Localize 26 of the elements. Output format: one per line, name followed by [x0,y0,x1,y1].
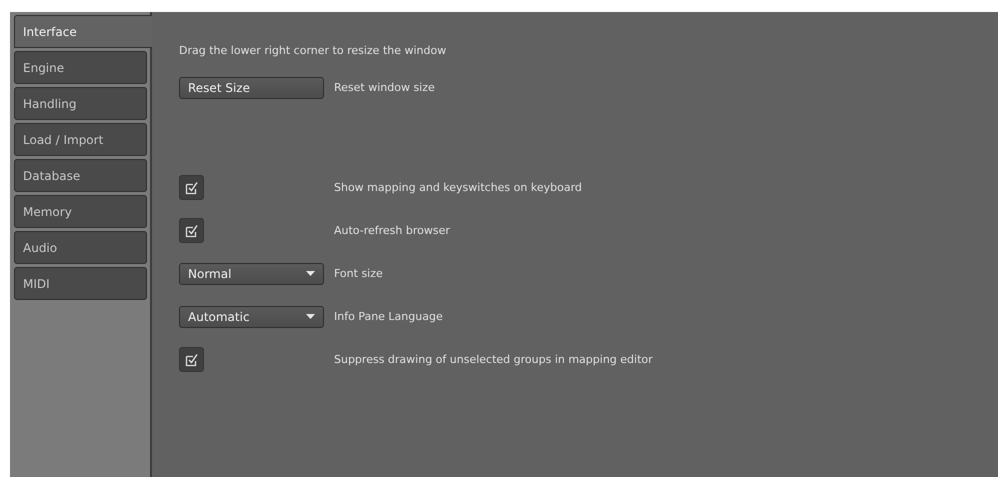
tab[interactable]: Interface [14,15,154,48]
setting-label: Reset window size [334,81,435,94]
tab[interactable]: MIDI [14,267,147,300]
checkbox[interactable] [179,218,204,243]
reset-button[interactable]: Reset Size [179,76,324,98]
setting-label: Suppress drawing of unselected groups in mapping editor [334,353,653,366]
setting-label: Show mapping and keyswitches on keyboard [334,181,582,194]
tab[interactable]: Engine [14,51,147,84]
caret-icon [306,271,315,276]
checkbox[interactable] [179,175,204,200]
dropdown[interactable]: Normal [179,262,324,284]
setting-label: Info Pane Language [334,310,443,323]
checkmark-icon [184,180,198,194]
setting-label: Font size [334,267,383,280]
dropdown[interactable]: Automatic [179,306,324,328]
caret-icon [306,314,315,319]
hint-text: Drag the lower right corner to resize the window [179,42,448,58]
checkmark-icon [184,352,198,366]
setting-label: Auto-refresh browser [334,224,450,237]
checkmark-icon [184,224,198,238]
tab[interactable]: Audio [14,231,147,264]
tab[interactable]: Handling [14,87,147,120]
checkbox[interactable] [179,347,204,372]
tab[interactable]: Database [14,159,147,192]
tab[interactable]: Load / Import [14,123,147,156]
tab[interactable]: Memory [14,195,147,228]
